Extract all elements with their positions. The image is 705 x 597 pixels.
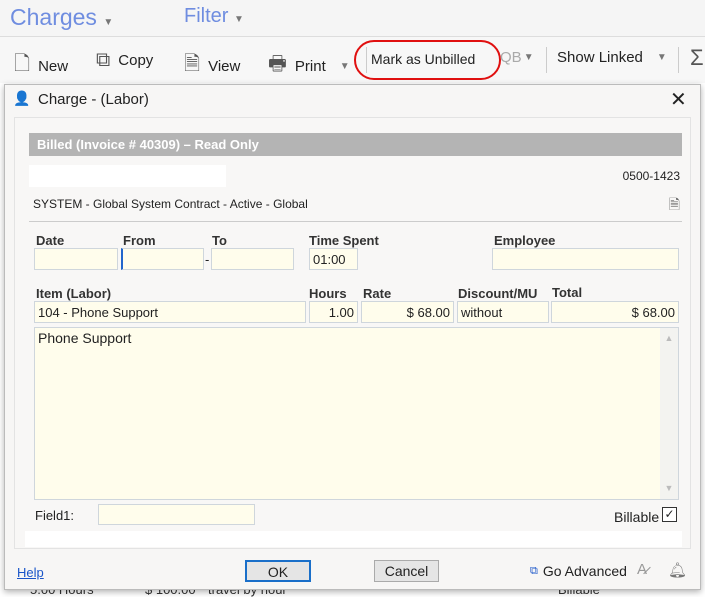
page-header: Charges ▼ Filter ▼: [0, 0, 705, 37]
bell-icon[interactable]: 🔔︎: [668, 561, 687, 579]
rate-field[interactable]: $ 68.00: [361, 301, 454, 323]
date-label: Date: [36, 233, 65, 248]
print-label: Print: [294, 57, 326, 75]
chevron-down-icon: ▼: [103, 17, 114, 28]
item-label: Item (Labor): [36, 286, 112, 301]
new-document-icon: 🗋: [14, 53, 31, 75]
chevron-down-icon: ▼: [656, 52, 667, 63]
field1-field[interactable]: [98, 504, 255, 525]
chevron-down-icon: ▼: [523, 52, 534, 63]
description-textarea[interactable]: Phone Support ▲ ▼: [34, 327, 679, 500]
to-label: To: [212, 233, 227, 248]
redacted-box: [29, 165, 226, 187]
sum-button[interactable]: Σ: [690, 45, 704, 71]
item-field[interactable]: 104 - Phone Support: [34, 301, 306, 323]
discount-label: Discount/MU: [458, 286, 538, 301]
hours-label: Hours: [309, 286, 347, 301]
dialog-title: Charge - (Labor): [38, 91, 149, 108]
scrollbar[interactable]: ▲ ▼: [660, 328, 678, 499]
billable-label: Billable: [614, 509, 660, 525]
copy-icon: ⧉: [96, 49, 111, 71]
chevron-down-icon: ▼: [234, 14, 244, 25]
spellcheck-icon[interactable]: A̷: [637, 561, 647, 578]
sigma-icon: Σ: [690, 45, 704, 70]
hours-field[interactable]: 1.00: [309, 301, 358, 323]
ticket-number: 0500-1423: [622, 169, 680, 183]
new-button[interactable]: 🗋 New: [14, 49, 68, 83]
description-text: Phone Support: [38, 330, 132, 346]
form-panel: Billed (Invoice # 40309) – Read Only 050…: [14, 117, 691, 549]
print-button[interactable]: 🖶 Print ▼: [268, 49, 350, 83]
time-spent-label: Time Spent: [309, 233, 379, 248]
go-advanced-button[interactable]: ⧉ Go Advanced: [530, 563, 627, 579]
copy-label: Copy: [118, 52, 154, 69]
divider: [678, 47, 679, 73]
from-label: From: [123, 233, 156, 248]
total-label: Total: [552, 285, 583, 300]
total-field[interactable]: $ 68.00: [551, 301, 679, 323]
filter-menu[interactable]: Filter ▼: [184, 5, 244, 28]
range-dash: -: [205, 252, 210, 267]
show-linked-label: Show Linked: [557, 49, 643, 66]
date-field[interactable]: [34, 248, 118, 270]
status-bar: Billed (Invoice # 40309) – Read Only: [29, 133, 682, 156]
view-button[interactable]: 🗎 View: [184, 49, 240, 83]
rate-label: Rate: [363, 286, 392, 301]
help-link[interactable]: Help: [17, 565, 44, 580]
toolbar: 🗋 New ⧉ Copy 🗎 View 🖶 Print ▼ Mark as Unbille…: [0, 37, 705, 83]
new-label: New: [38, 57, 69, 75]
billable-checkbox[interactable]: ✓: [662, 507, 677, 522]
field1-label: Field1:: [35, 508, 75, 523]
blank-strip: [25, 531, 682, 547]
contract-info: SYSTEM - Global System Contract - Active…: [33, 197, 308, 211]
employee-field[interactable]: [492, 248, 679, 270]
external-link-icon: ⧉: [530, 564, 538, 577]
to-field[interactable]: [211, 248, 294, 270]
employee-label: Employee: [494, 233, 556, 248]
notes-icon[interactable]: 🗎: [669, 194, 680, 218]
page-title: Charges: [10, 4, 97, 30]
copy-button[interactable]: ⧉ Copy: [96, 49, 153, 72]
charges-menu[interactable]: Charges ▼: [10, 4, 113, 31]
view-label: View: [208, 57, 241, 75]
qb-label: QB: [500, 49, 522, 66]
view-document-icon: 🗎: [184, 53, 201, 75]
charge-icon: 👤: [13, 90, 31, 106]
show-linked-button[interactable]: Show Linked ▼: [557, 49, 667, 66]
discount-field[interactable]: without: [457, 301, 549, 323]
cancel-button[interactable]: Cancel: [374, 560, 439, 582]
from-field[interactable]: [121, 248, 204, 270]
divider: [546, 47, 547, 73]
charge-dialog: 👤 Charge - (Labor) ✕ Billed (Invoice # 4…: [4, 84, 701, 590]
go-advanced-label: Go Advanced: [542, 563, 627, 579]
divider: [29, 221, 682, 222]
chevron-down-icon: ▼: [339, 60, 350, 72]
highlight-circle: [354, 40, 501, 80]
ok-button[interactable]: OK: [245, 560, 311, 582]
qb-menu[interactable]: QB ▼: [500, 49, 534, 66]
time-spent-field[interactable]: 01:00: [309, 248, 358, 270]
filter-label: Filter: [184, 5, 229, 27]
close-button[interactable]: ✕: [670, 87, 687, 112]
printer-icon: 🖶: [268, 53, 287, 75]
